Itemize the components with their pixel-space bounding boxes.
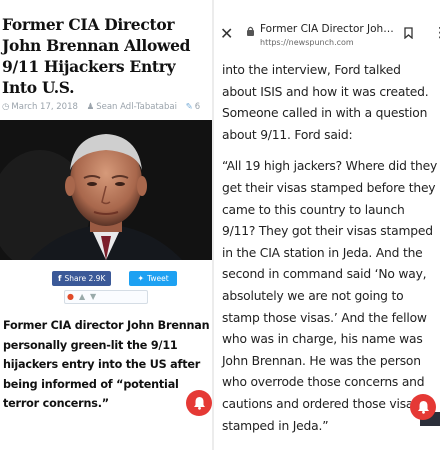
article-photo <box>0 120 212 260</box>
lock-icon <box>247 26 254 36</box>
share-buttons: f Share 2.9K ✦ Tweet <box>52 271 177 286</box>
tweet-button[interactable]: ✦ Tweet <box>129 271 177 286</box>
article-quote: “All 19 high jackers? Where did they get… <box>222 159 438 433</box>
upvote-icon[interactable]: ▲ <box>79 292 85 301</box>
article-headline: Former CIA Director John Brennan Allowed… <box>2 15 191 97</box>
article-date: March 17, 2018 <box>11 102 78 112</box>
browser-panel: ✕ Former CIA Director Joh… https://newsp… <box>214 0 440 450</box>
notification-bell-button[interactable] <box>410 394 436 420</box>
user-icon: ♟ <box>86 102 95 112</box>
browser-toolbar: ✕ Former CIA Director Joh… https://newsp… <box>214 0 440 54</box>
twitter-icon: ✦ <box>137 274 145 283</box>
portrait-image <box>0 120 212 260</box>
facebook-share-button[interactable]: f Share 2.9K <box>52 271 112 286</box>
close-icon[interactable]: ✕ <box>220 24 233 43</box>
article-lead: Former CIA director John Brennan persona… <box>3 319 210 410</box>
social-vote-bar: ● ▲ ▼ <box>64 290 148 304</box>
article-meta: ◷ March 17, 2018 ♟ Sean Adl-Tabatabai ✎ 6 <box>2 102 200 112</box>
reddit-icon[interactable]: ● <box>67 292 74 301</box>
article-body: into the interview, Ford talked about IS… <box>222 60 438 447</box>
comment-count[interactable]: 6 <box>195 102 200 112</box>
facebook-share-label: Share 2.9K <box>64 274 106 283</box>
page-title: Former CIA Director Joh… <box>260 23 394 35</box>
page-url[interactable]: https://newspunch.com <box>260 38 354 47</box>
bell-icon <box>193 397 205 410</box>
comment-icon[interactable]: ✎ <box>186 102 193 112</box>
article-paragraph: into the interview, Ford talked about IS… <box>222 63 429 142</box>
bookmark-icon[interactable] <box>404 27 413 39</box>
article-author[interactable]: Sean Adl-Tabatabai <box>96 102 177 112</box>
facebook-icon: f <box>58 274 62 283</box>
bell-icon <box>417 401 429 414</box>
downvote-icon[interactable]: ▼ <box>90 292 96 301</box>
clock-icon: ◷ <box>2 102 10 112</box>
notification-bell-button[interactable] <box>186 390 212 416</box>
more-options-icon[interactable]: ⋮ <box>433 26 440 40</box>
left-article-panel: Former CIA Director John Brennan Allowed… <box>0 0 212 450</box>
tweet-label: Tweet <box>147 274 169 283</box>
